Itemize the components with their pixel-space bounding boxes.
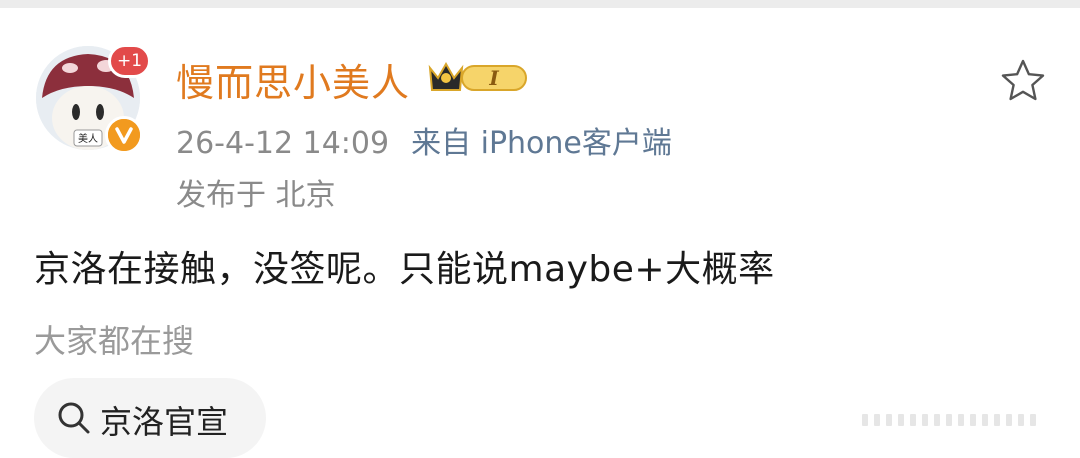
post-meta: 26-4-12 14:09 来自 iPhone客户端	[176, 118, 672, 162]
top-divider	[0, 0, 1080, 8]
vip-badge[interactable]: I	[426, 58, 532, 96]
image-pager	[862, 414, 1036, 426]
star-outline-icon	[1001, 59, 1045, 101]
post-source[interactable]: 来自 iPhone客户端	[411, 126, 672, 161]
favorite-button[interactable]	[998, 56, 1048, 106]
avatar-caption: 美人	[78, 132, 98, 145]
crown-vip-icon: I	[428, 61, 527, 91]
vip-level: I	[488, 66, 499, 90]
related-search-label: 大家都在搜	[34, 322, 195, 360]
related-search-chip[interactable]: 京洛官宣	[34, 378, 266, 458]
new-post-badge: +1	[108, 44, 152, 78]
pager-dots	[862, 414, 1036, 426]
post-time: 26-4-12 14:09	[176, 126, 390, 161]
post-location: 发布于 北京	[176, 178, 336, 213]
related-search-chip-label: 京洛官宣	[100, 403, 229, 441]
post-text[interactable]: 京洛在接触，没签呢。只能说maybe+大概率	[34, 240, 775, 292]
verified-v-icon	[108, 119, 140, 151]
verified-badge	[105, 116, 143, 154]
username[interactable]: 慢而思小美人	[176, 52, 410, 107]
search-icon	[58, 402, 90, 434]
